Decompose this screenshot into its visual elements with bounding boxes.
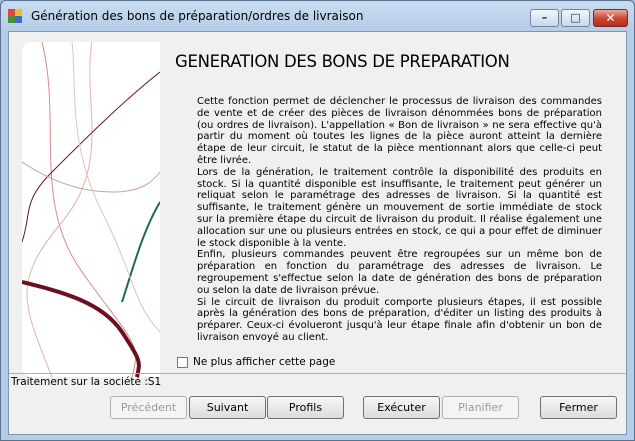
dont-show-again-label[interactable]: Ne plus afficher cette page xyxy=(193,356,335,368)
window-title: Génération des bons de préparation/ordre… xyxy=(31,9,364,23)
company-label: Traitement sur la société :S1 xyxy=(11,376,162,388)
page-title: GENERATION DES BONS DE PREPARATION xyxy=(175,52,510,71)
close-button[interactable]: Fermer xyxy=(540,396,617,419)
description-paragraph: Cette fonction permet de déclencher le p… xyxy=(197,96,602,166)
decorative-swirl-image xyxy=(22,42,160,377)
maximize-button[interactable]: □ xyxy=(561,9,590,27)
description-paragraph: Enfin, plusieurs commandes peuvent être … xyxy=(197,249,602,296)
maximize-icon: □ xyxy=(570,11,581,24)
dialog-client-area: GENERATION DES BONS DE PREPARATION Cette… xyxy=(8,31,627,435)
title-bar[interactable]: Génération des bons de préparation/ordre… xyxy=(1,1,634,31)
dialog-window: Génération des bons de préparation/ordre… xyxy=(0,0,635,441)
next-button[interactable]: Suivant xyxy=(189,396,266,419)
decorative-art-panel xyxy=(22,42,160,377)
previous-button[interactable]: Précédent xyxy=(110,396,187,419)
close-window-button[interactable]: ✕ xyxy=(593,9,628,27)
schedule-button[interactable]: Planifier xyxy=(442,396,519,419)
minimize-icon: – xyxy=(541,11,548,24)
app-icon xyxy=(8,9,22,23)
description-paragraph: Si le circuit de livraison du produit co… xyxy=(197,296,602,343)
description-text: Cette fonction permet de déclencher le p… xyxy=(197,96,602,344)
footer-separator xyxy=(9,373,626,374)
minimize-button[interactable]: – xyxy=(530,9,559,27)
execute-button[interactable]: Exécuter xyxy=(363,396,440,419)
description-paragraph: Lors de la génération, le traitement con… xyxy=(197,166,602,249)
profiles-button[interactable]: Profils xyxy=(267,396,344,419)
close-icon: ✕ xyxy=(605,11,616,25)
dont-show-again-checkbox[interactable] xyxy=(177,357,188,368)
